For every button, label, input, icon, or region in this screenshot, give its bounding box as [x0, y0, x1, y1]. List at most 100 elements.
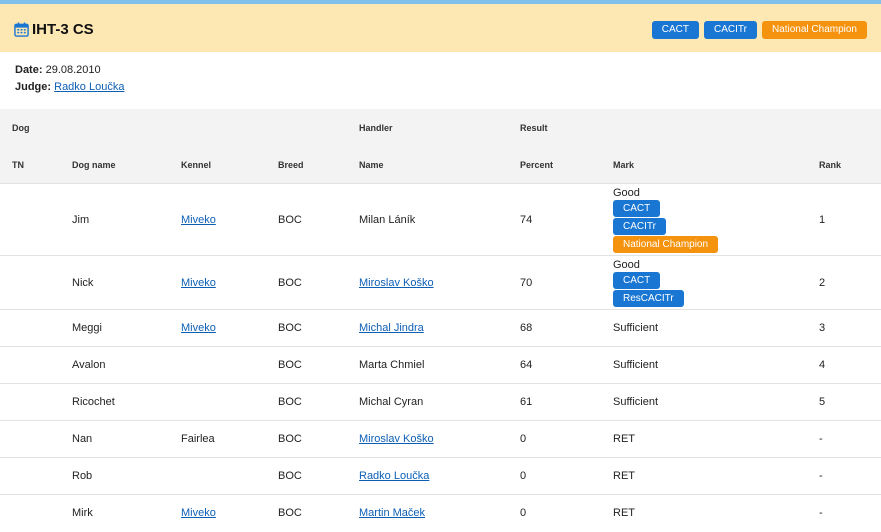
- cell-handler-text: Michal Cyran: [359, 396, 424, 408]
- cell-breed: BOC: [278, 255, 359, 310]
- cell-breed: BOC: [278, 420, 359, 458]
- cell-rank-text: 5: [819, 396, 826, 408]
- cell-handler-text: Milan Láník: [359, 213, 416, 226]
- cell-handler: Miroslav Koško: [359, 420, 520, 458]
- cell-percent-text: 64: [520, 359, 533, 371]
- col-name: Name: [359, 159, 384, 170]
- judge-link[interactable]: Radko Loučka: [54, 81, 124, 93]
- group-handler: Handler: [359, 122, 393, 133]
- cell-mark: Sufficient: [613, 383, 819, 421]
- cell-handler: Martin Maček: [359, 494, 520, 532]
- col-breed: Breed: [278, 159, 304, 170]
- award-badge: National Champion: [613, 235, 719, 253]
- col-dog-name: Dog name: [72, 159, 116, 170]
- cell-handler: Radko Loučka: [359, 457, 520, 495]
- cell-mark: RET: [613, 420, 819, 458]
- col-mark: Mark: [613, 159, 635, 170]
- mark-text: Sufficient: [613, 396, 659, 408]
- cell-breed-text: BOC: [278, 276, 302, 289]
- table-row: Ricochet BOC Michal Cyran 61 Sufficient 5: [0, 383, 881, 421]
- cell-dog-name-text: Ricochet: [72, 396, 115, 408]
- cell-percent-text: 0: [520, 433, 527, 445]
- cell-breed: BOC: [278, 183, 359, 256]
- group-dog: Dog: [12, 122, 30, 133]
- cell-rank: 5: [819, 383, 881, 421]
- judge-line: Judge: Radko Loučka: [15, 79, 881, 96]
- col-kennel: Kennel: [181, 159, 212, 170]
- cell-rank: -: [819, 420, 881, 458]
- cell-tn: [0, 457, 72, 495]
- cell-kennel-link[interactable]: Miveko: [181, 507, 216, 519]
- cell-handler-link[interactable]: Miroslav Koško: [359, 433, 434, 445]
- cell-handler-link[interactable]: Michal Jindra: [359, 322, 424, 334]
- cell-rank-text: 4: [819, 359, 826, 371]
- cell-dog-name: Mirk: [72, 494, 181, 532]
- cell-mark: Good CACT CACITr National Champion: [613, 183, 819, 256]
- cell-handler: Milan Láník: [359, 183, 520, 256]
- cell-dog-name-text: Rob: [72, 470, 93, 482]
- cell-rank-text: 1: [819, 213, 826, 226]
- event-header: IHT-3 CS CACT CACITr National Champion: [0, 4, 881, 52]
- cell-kennel: [181, 346, 278, 384]
- date-value: 29.08.2010: [45, 64, 101, 76]
- cell-mark: Sufficient: [613, 346, 819, 384]
- cell-breed: BOC: [278, 346, 359, 384]
- cell-kennel: Miveko: [181, 183, 278, 256]
- cell-rank-text: -: [819, 507, 823, 520]
- cell-dog-name: Nan: [72, 420, 181, 458]
- cell-tn: [0, 183, 72, 256]
- cell-kennel-link[interactable]: Miveko: [181, 214, 216, 226]
- cell-kennel-text: Fairlea: [181, 433, 215, 445]
- cell-kennel-link[interactable]: Miveko: [181, 322, 216, 334]
- mark-text: Sufficient: [613, 322, 659, 334]
- col-tn: TN: [12, 159, 24, 170]
- mark-text: Good: [613, 186, 640, 199]
- mark-text: RET: [613, 433, 635, 445]
- cell-tn: [0, 255, 72, 310]
- cell-dog-name-text: Avalon: [72, 359, 106, 371]
- header-badge: CACITr: [703, 21, 757, 39]
- mark-text: RET: [613, 470, 635, 482]
- table-body: Jim Miveko BOC Milan Láník 74 Good CACT CACITr N…: [0, 183, 881, 532]
- event-title-text: IHT-3 CS: [32, 21, 94, 38]
- cell-breed: BOC: [278, 383, 359, 421]
- cell-rank: 2: [819, 255, 881, 310]
- table-row: Avalon BOC Marta Chmiel 64 Sufficient 4: [0, 346, 881, 384]
- cell-handler-link[interactable]: Martin Maček: [359, 507, 425, 519]
- cell-percent-text: 70: [520, 276, 533, 289]
- cell-kennel-link[interactable]: Miveko: [181, 277, 216, 289]
- mark-text: RET: [613, 507, 635, 520]
- cell-dog-name-text: Nan: [72, 433, 93, 445]
- cell-percent-text: 74: [520, 213, 533, 226]
- cell-handler-text: Marta Chmiel: [359, 359, 425, 371]
- cell-kennel: Miveko: [181, 255, 278, 310]
- cell-rank: 4: [819, 346, 881, 384]
- cell-tn: [0, 309, 72, 347]
- cell-rank: -: [819, 457, 881, 495]
- cell-tn: [0, 383, 72, 421]
- cell-rank: -: [819, 494, 881, 532]
- cell-breed-text: BOC: [278, 213, 302, 226]
- cell-handler-link[interactable]: Radko Loučka: [359, 470, 429, 482]
- cell-rank: 3: [819, 309, 881, 347]
- header-badges: CACT CACITr National Champion: [651, 21, 867, 39]
- cell-breed-text: BOC: [278, 433, 302, 445]
- cell-kennel: Miveko: [181, 309, 278, 347]
- mark-text: Good: [613, 258, 640, 271]
- cell-handler: Michal Cyran: [359, 383, 520, 421]
- cell-handler: Miroslav Koško: [359, 255, 520, 310]
- cell-handler-link[interactable]: Miroslav Koško: [359, 277, 434, 289]
- cell-mark: RET: [613, 457, 819, 495]
- cell-percent-text: 68: [520, 322, 533, 334]
- cell-percent: 74: [520, 183, 613, 256]
- cell-percent: 0: [520, 457, 613, 495]
- mark-text: Sufficient: [613, 359, 659, 371]
- cell-percent-text: 61: [520, 396, 533, 408]
- cell-dog-name-text: Nick: [72, 276, 94, 289]
- results-table: Dog Handler Result TN Dog name Kennel Br…: [0, 109, 881, 532]
- cell-dog-name: Ricochet: [72, 383, 181, 421]
- calendar-icon: [14, 22, 29, 37]
- cell-percent: 0: [520, 494, 613, 532]
- cell-tn: [0, 420, 72, 458]
- cell-percent-text: 0: [520, 470, 527, 482]
